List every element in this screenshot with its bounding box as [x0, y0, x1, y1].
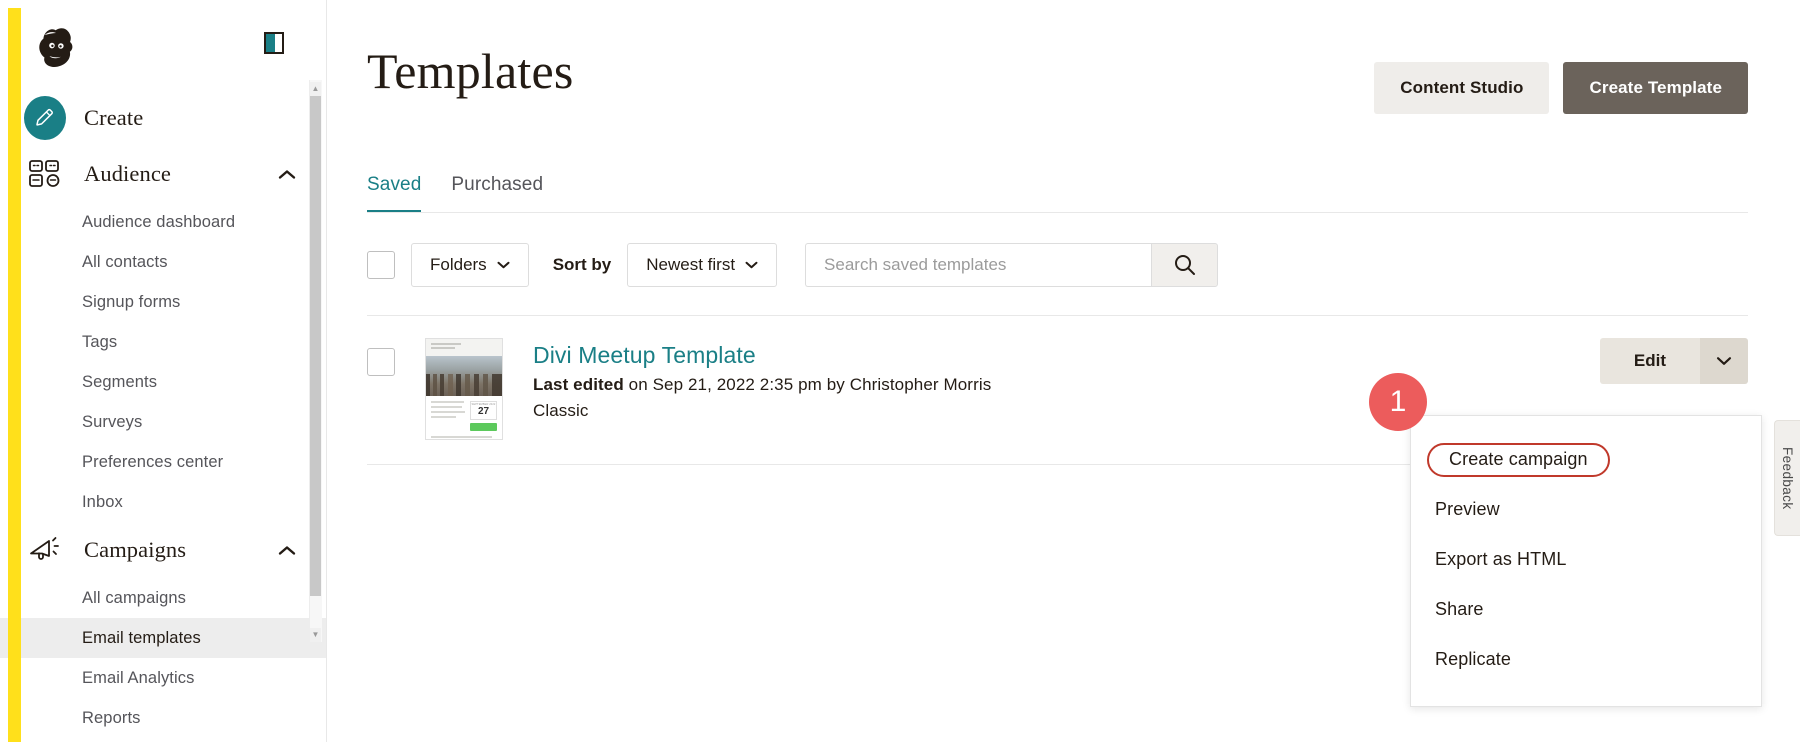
tab-bar: Saved Purchased [327, 174, 1800, 213]
chevron-up-icon[interactable] [278, 169, 296, 180]
last-edited-value: on Sep 21, 2022 2:35 pm by Christopher M… [624, 375, 991, 394]
sidebar-subitem-segments[interactable]: Segments [0, 362, 326, 402]
sidebar-subitem-tags[interactable]: Tags [0, 322, 326, 362]
menu-item-replicate-label: Replicate [1435, 649, 1511, 669]
mailchimp-logo[interactable] [30, 22, 82, 74]
tab-saved[interactable]: Saved [367, 174, 421, 213]
template-name-link[interactable]: Divi Meetup Template [533, 342, 756, 369]
chevron-up-icon[interactable] [278, 545, 296, 556]
create-template-button[interactable]: Create Template [1563, 62, 1748, 114]
tab-bar-divider [367, 212, 1748, 213]
edit-button[interactable]: Edit [1600, 338, 1700, 384]
thumbnail-cta-button [470, 423, 497, 431]
template-type: Classic [533, 401, 991, 421]
row-select-checkbox[interactable] [367, 348, 395, 376]
search-input[interactable] [805, 243, 1151, 287]
menu-item-replicate[interactable]: Replicate [1411, 634, 1761, 684]
sidebar-subitem-signup-forms[interactable]: Signup forms [0, 282, 326, 322]
template-thumbnail[interactable]: SEPTEMBER 2022 27 [425, 338, 503, 440]
thumbnail-footer [426, 436, 502, 440]
folders-dropdown[interactable]: Folders [411, 243, 529, 287]
menu-item-preview-label: Preview [1435, 499, 1500, 519]
last-edited-label: Last edited [533, 375, 624, 394]
sort-dropdown-value: Newest first [646, 255, 735, 275]
sidebar-subitem-preferences-center[interactable]: Preferences center [0, 442, 326, 482]
sidebar-item-audience-label: Audience [84, 161, 260, 187]
rail-top-gap [8, 0, 21, 8]
sidebar-nav: Create Audience [0, 90, 326, 742]
thumbnail-body: SEPTEMBER 2022 27 [426, 396, 502, 436]
search-button[interactable] [1151, 243, 1218, 287]
magnifier-icon [1172, 252, 1198, 278]
thumbnail-date-day: 27 [471, 406, 496, 417]
feedback-tab-label: Feedback [1780, 447, 1795, 510]
search-group [805, 243, 1218, 287]
sidebar-item-create[interactable]: Create [0, 90, 326, 146]
template-info: Divi Meetup Template Last edited on Sep … [533, 338, 991, 421]
list-toolbar: Folders Sort by Newest first [327, 213, 1800, 287]
thumbnail-date-badge: SEPTEMBER 2022 27 [470, 401, 497, 420]
template-actions-menu: Create campaign Preview Export as HTML S… [1410, 415, 1762, 707]
edit-dropdown-toggle[interactable] [1700, 338, 1748, 384]
sidebar-subitem-all-campaigns[interactable]: All campaigns [0, 578, 326, 618]
sidebar-subitem-reports[interactable]: Reports [0, 698, 326, 738]
mailchimp-templates-page: Create Audience [0, 0, 1800, 742]
sidebar-subitem-all-contacts[interactable]: All contacts [0, 242, 326, 282]
feedback-tab[interactable]: Feedback [1774, 420, 1800, 536]
header-actions: Content Studio Create Template [1374, 46, 1748, 114]
sidebar: Create Audience [0, 0, 327, 742]
pencil-icon [24, 96, 66, 140]
scroll-up-arrow-icon[interactable]: ▲ [310, 82, 321, 96]
menu-item-export-as-html[interactable]: Export as HTML [1411, 534, 1761, 584]
menu-item-create-campaign-label: Create campaign [1427, 443, 1610, 477]
megaphone-icon [24, 536, 66, 564]
row-actions: Edit [1600, 338, 1748, 384]
sidebar-item-campaigns[interactable]: Campaigns [0, 522, 326, 578]
step-badge-1: 1 [1369, 373, 1427, 431]
sidebar-header [0, 0, 326, 96]
audience-icon [24, 159, 66, 189]
sidebar-subitem-email-analytics[interactable]: Email Analytics [0, 658, 326, 698]
chevron-down-icon [497, 261, 510, 269]
collapse-sidebar-icon[interactable] [264, 32, 284, 54]
thumbnail-header [426, 339, 502, 356]
sort-dropdown[interactable]: Newest first [627, 243, 777, 287]
folders-dropdown-label: Folders [430, 255, 487, 275]
chevron-down-icon [745, 261, 758, 269]
sidebar-scrollbar-thumb[interactable] [310, 96, 321, 596]
sidebar-item-audience[interactable]: Audience [0, 146, 326, 202]
menu-item-preview[interactable]: Preview [1411, 484, 1761, 534]
thumbnail-photo [426, 356, 502, 396]
page-header: Templates Content Studio Create Template [327, 0, 1800, 114]
pencil-glyph [33, 106, 57, 130]
sort-by-label: Sort by [553, 255, 612, 275]
scroll-down-arrow-icon[interactable]: ▼ [310, 628, 321, 642]
sidebar-subitem-inbox[interactable]: Inbox [0, 482, 326, 522]
menu-item-create-campaign[interactable]: Create campaign [1411, 434, 1761, 484]
menu-item-share-label: Share [1435, 599, 1484, 619]
menu-item-export-as-html-label: Export as HTML [1435, 549, 1566, 569]
template-last-edited: Last edited on Sep 21, 2022 2:35 pm by C… [533, 375, 991, 395]
menu-item-share[interactable]: Share [1411, 584, 1761, 634]
chevron-down-icon [1716, 356, 1732, 366]
sidebar-subitem-audience-dashboard[interactable]: Audience dashboard [0, 202, 326, 242]
content-studio-button[interactable]: Content Studio [1374, 62, 1549, 114]
sidebar-subitem-surveys[interactable]: Surveys [0, 402, 326, 442]
select-all-checkbox[interactable] [367, 251, 395, 279]
sidebar-item-create-label: Create [84, 105, 296, 131]
brand-accent-rail [8, 0, 21, 742]
page-title: Templates [367, 46, 1374, 96]
tab-purchased[interactable]: Purchased [451, 174, 543, 213]
sidebar-subitem-email-templates[interactable]: Email templates [0, 618, 326, 658]
sidebar-item-campaigns-label: Campaigns [84, 537, 260, 563]
